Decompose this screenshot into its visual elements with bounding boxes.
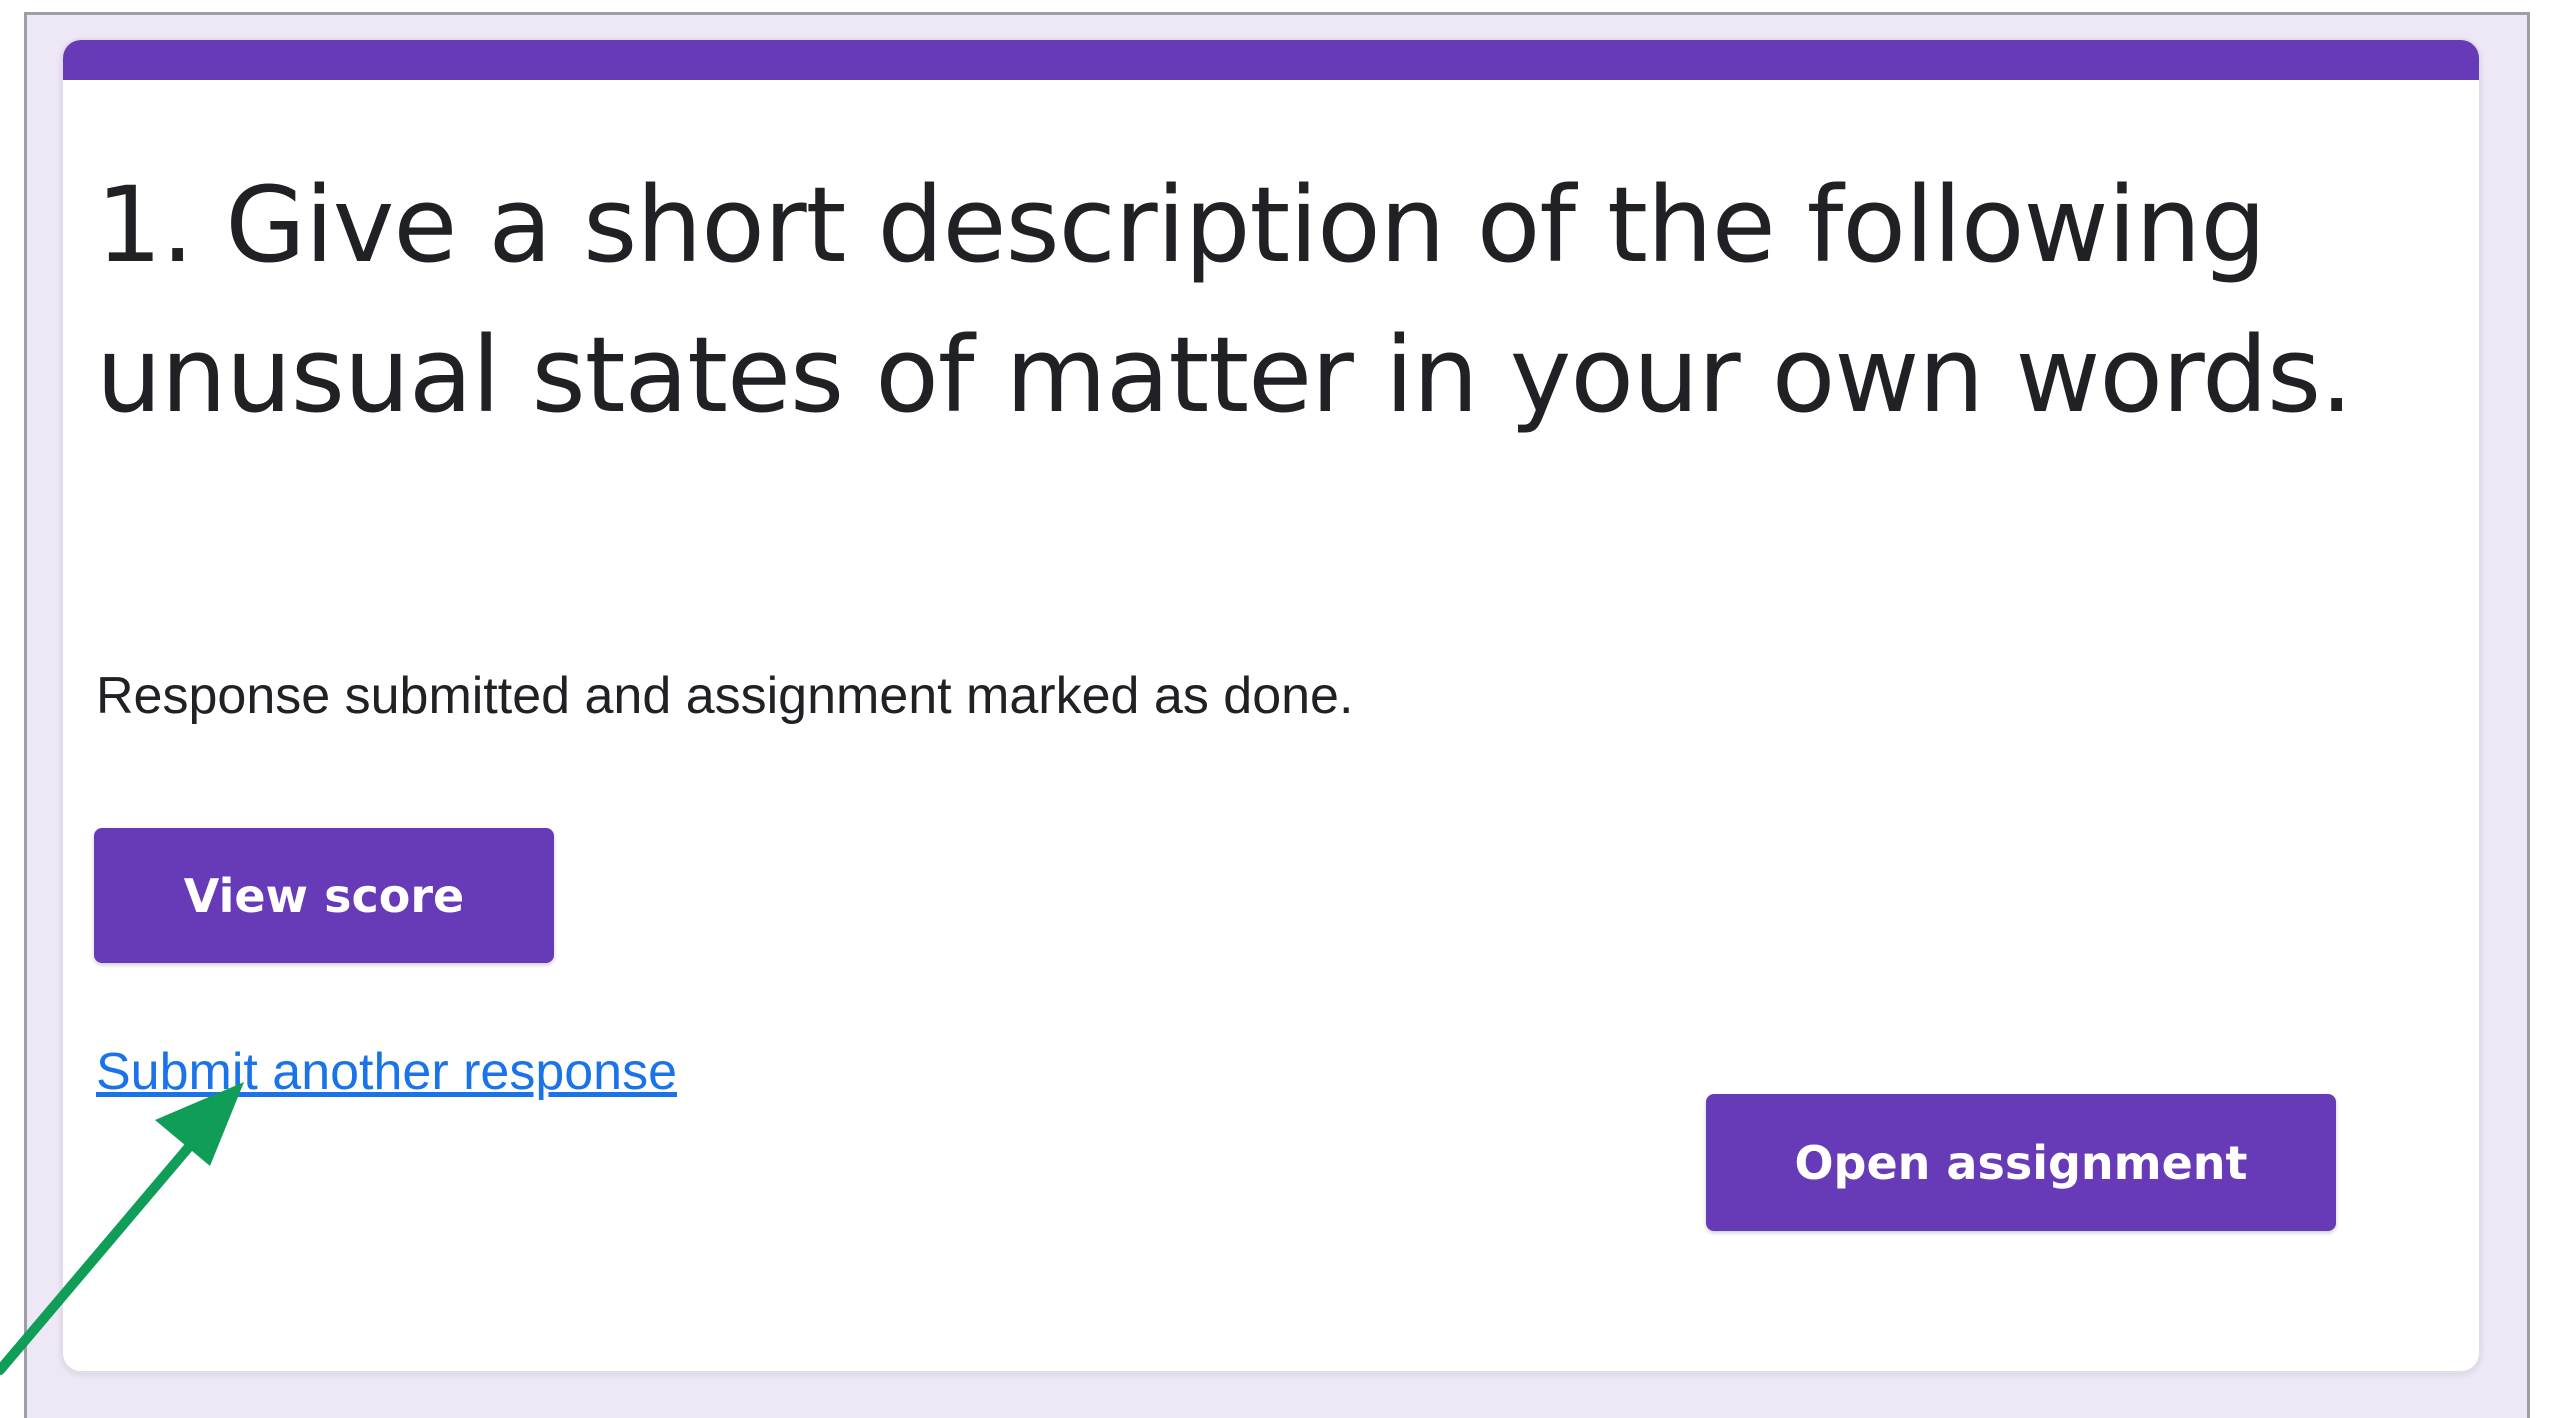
confirmation-message: Response submitted and assignment marked…	[96, 667, 1354, 725]
form-title: 1. Give a short description of the follo…	[96, 164, 2353, 436]
view-score-button[interactable]: View score	[94, 828, 554, 963]
card-accent-bar	[63, 40, 2479, 80]
submit-another-response-link[interactable]: Submit another response	[96, 1040, 677, 1104]
open-assignment-button[interactable]: Open assignment	[1706, 1094, 2336, 1231]
